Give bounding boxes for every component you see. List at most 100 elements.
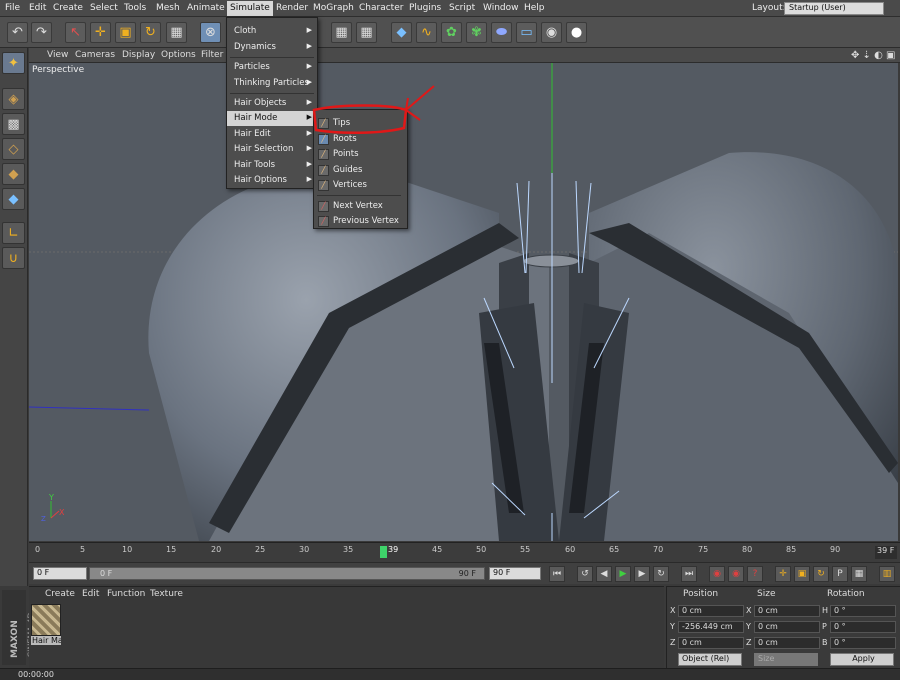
rotation-p-field[interactable]: 0 ° [830,621,896,633]
size-y-field[interactable]: 0 cm [754,621,820,633]
viewport-menu-display[interactable]: Display [122,50,155,60]
key-help-icon[interactable]: ? [747,566,763,582]
layout-select[interactable]: Startup (User) [784,2,884,15]
rotation-h-field[interactable]: 0 ° [830,605,896,617]
viewport-nav-icons[interactable]: ✥ ⇣ ◐ ▣ [851,50,895,61]
redo-icon[interactable]: ↷ [31,22,52,43]
render-settings-icon[interactable]: ▦ [356,22,377,43]
play-icon[interactable]: ▶ [615,566,631,582]
menu-render[interactable]: Render [276,3,308,13]
autokey-icon[interactable]: ◉ [728,566,744,582]
rotate-icon[interactable]: ↻ [140,22,161,43]
position-y-field[interactable]: -256.449 cm [678,621,744,633]
menu-select[interactable]: Select [90,3,118,13]
submenu-item-guides[interactable]: ╱ Guides [314,163,407,178]
menu-item-cloth[interactable]: Cloth ▶ [227,24,317,39]
playhead-marker[interactable] [380,546,387,558]
menu-animate[interactable]: Animate [187,3,225,13]
timeline-window-icon[interactable]: ▥ [879,566,895,582]
size-z-field[interactable]: 0 cm [754,637,820,649]
submenu-item-next-vertex[interactable]: ╱ Next Vertex [314,199,407,214]
light-icon[interactable]: ● [566,22,587,43]
goto-end-icon[interactable]: ⏭ [681,566,697,582]
cube-icon[interactable]: ◆ [391,22,412,43]
move-icon[interactable]: ✛ [90,22,111,43]
viewport-menu-cameras[interactable]: Cameras [75,50,115,60]
live-selection-icon[interactable]: ↖ [65,22,86,43]
menu-plugins[interactable]: Plugins [409,3,441,13]
perspective-viewport[interactable]: Y X Z Perspective [29,63,898,541]
render-view-icon[interactable]: ▦ [331,22,352,43]
make-editable-icon[interactable]: ✦ [2,52,25,74]
submenu-item-vertices[interactable]: ╱ Vertices [314,178,407,193]
menu-separator [230,57,314,58]
menu-mesh[interactable]: Mesh [156,3,180,13]
prev-frame-icon[interactable]: ◀ [596,566,612,582]
goto-next-key-icon[interactable]: ↻ [653,566,669,582]
menu-create[interactable]: Create [53,3,83,13]
menu-item-hair-options[interactable]: Hair Options ▶ [227,173,317,188]
material-menu-edit[interactable]: Edit [82,589,99,599]
menu-file[interactable]: File [5,3,20,13]
timeline-ruler[interactable]: 0 5 10 15 20 25 30 35 39 45 50 55 60 65 … [29,542,900,562]
key-rotation-icon[interactable]: ↻ [813,566,829,582]
viewport-scene: Y X Z [29,63,898,541]
goto-prev-key-icon[interactable]: ↺ [577,566,593,582]
menu-item-hair-tools[interactable]: Hair Tools ▶ [227,158,317,173]
coordinate-mode-select[interactable]: Object (Rel) [678,653,742,666]
polygons-tool-icon[interactable]: ◆ [2,188,25,210]
x-axis-lock-icon[interactable]: ⊗ [200,22,221,43]
menu-item-dynamics[interactable]: Dynamics ▶ [227,40,317,55]
start-frame-field[interactable]: 0 F [33,567,87,580]
next-frame-icon[interactable]: ▶ [634,566,650,582]
timeline-tick: 55 [520,545,531,554]
menu-window[interactable]: Window [483,3,519,13]
model-tool-icon[interactable]: ◈ [2,88,25,110]
key-parameter-icon[interactable]: P [832,566,848,582]
end-frame-field[interactable]: 90 F [489,567,541,580]
array-icon[interactable]: ✾ [466,22,487,43]
rotation-b-field[interactable]: 0 ° [830,637,896,649]
menu-mograph[interactable]: MoGraph [313,3,354,13]
apply-button[interactable]: Apply [830,653,894,666]
undo-icon[interactable]: ↶ [7,22,28,43]
floor-icon[interactable]: ▭ [516,22,537,43]
material-menu-function[interactable]: Function [107,589,145,599]
nurbs-icon[interactable]: ✿ [441,22,462,43]
scale-icon[interactable]: ▣ [115,22,136,43]
hair-material-thumbnail[interactable] [31,604,61,636]
menu-help[interactable]: Help [524,3,545,13]
menu-edit[interactable]: Edit [29,3,46,13]
points-tool-icon[interactable]: ◇ [2,138,25,160]
snap-magnet-icon[interactable]: ∪ [2,247,25,269]
position-z-field[interactable]: 0 cm [678,637,744,649]
camera-icon[interactable]: ◉ [541,22,562,43]
material-menu-texture[interactable]: Texture [150,589,183,599]
viewport-menu-options[interactable]: Options [161,50,196,60]
edges-tool-icon[interactable]: ◆ [2,163,25,185]
submenu-item-previous-vertex[interactable]: ╱ Previous Vertex [314,214,407,229]
size-x-field[interactable]: 0 cm [754,605,820,617]
range-slider[interactable]: 0 F 90 F [89,567,485,580]
clapper-icon[interactable]: ▦ [166,22,187,43]
menu-script[interactable]: Script [449,3,475,13]
viewport-menu-view[interactable]: View [47,50,68,60]
position-x-field[interactable]: 0 cm [678,605,744,617]
deformer-icon[interactable]: ⬬ [491,22,512,43]
size-mode-select[interactable]: Size [754,653,818,666]
menu-simulate[interactable]: Simulate [227,1,273,16]
material-menu-create[interactable]: Create [45,589,75,599]
key-position-icon[interactable]: ✛ [775,566,791,582]
key-scale-icon[interactable]: ▣ [794,566,810,582]
viewport-menu-filter[interactable]: Filter [201,50,223,60]
record-icon[interactable]: ◉ [709,566,725,582]
goto-start-icon[interactable]: ⏮ [549,566,565,582]
spline-icon[interactable]: ∿ [416,22,437,43]
submenu-arrow-icon: ▶ [306,175,312,183]
menu-character[interactable]: Character [359,3,403,13]
key-pla-icon[interactable]: ▦ [851,566,867,582]
menu-item-particles[interactable]: Particles ▶ [227,60,317,75]
axis-tool-icon[interactable]: ∟ [2,222,25,244]
texture-tool-icon[interactable]: ▩ [2,113,25,135]
menu-tools[interactable]: Tools [124,3,146,13]
